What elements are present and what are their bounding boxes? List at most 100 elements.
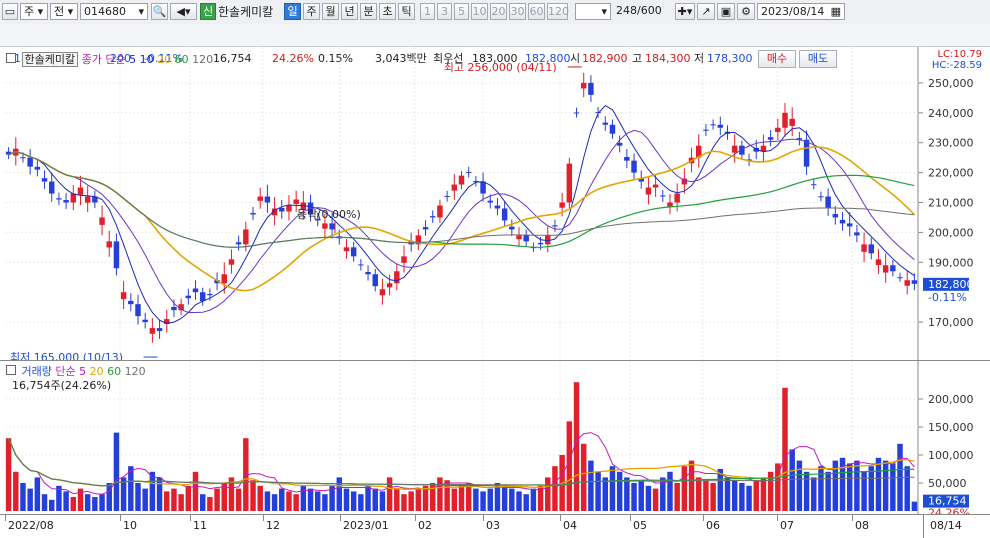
volume-bar: [336, 477, 343, 511]
interval-button-10[interactable]: 10: [471, 3, 488, 20]
candle-body: [84, 196, 91, 203]
stock-name: 한솔케미칼: [218, 5, 274, 19]
last-price-pct: -0.11%: [928, 291, 967, 304]
interval-button-3[interactable]: 3: [437, 3, 452, 20]
x-axis-tick: [703, 515, 704, 521]
candle-body: [156, 328, 163, 332]
x-axis-tick: [415, 515, 416, 521]
market2-select-label: 전: [54, 5, 65, 18]
candle-body: [149, 328, 156, 334]
x-axis-right-label: 08/14: [930, 519, 962, 532]
candle-body: [113, 241, 120, 269]
market-select[interactable]: 주 ▾: [20, 3, 48, 20]
volume-legend-toggle-icon[interactable]: [6, 365, 16, 375]
chart-window-icon[interactable]: ▭: [2, 3, 18, 20]
volume-bar: [63, 491, 69, 511]
candle-body: [767, 137, 774, 140]
volume-bar: [782, 387, 788, 511]
quote-bar: 182,800 ▼ 200 -0.11% 16,754 24.26% 0.15%…: [0, 24, 990, 68]
interval-button-1[interactable]: 1: [420, 3, 435, 20]
count-display[interactable]: 248/600: [613, 3, 671, 20]
x-axis-label: 03: [486, 519, 500, 532]
volume-bar: [386, 477, 393, 511]
stock-code-input[interactable]: 014680 ▾: [80, 3, 148, 20]
tools-icon[interactable]: ✚▾: [675, 3, 695, 20]
candle-body: [717, 124, 724, 128]
candle-body: [358, 264, 364, 266]
axis-divider: [923, 515, 924, 538]
legend-ma-label: 종가 단순: [81, 53, 126, 66]
price-chart[interactable]: 250,000 240,000 230,000 220,000 210,000 200,0…: [0, 47, 990, 364]
volume-bar: [616, 471, 623, 511]
volume-bar: [854, 460, 860, 511]
volume-bar: [214, 488, 220, 511]
dropdown-icon[interactable]: ▾: [138, 4, 144, 19]
candle-body: [480, 181, 486, 194]
volume-bar: [365, 485, 371, 511]
market2-select[interactable]: 전 ▾: [50, 3, 78, 20]
settings-icon[interactable]: ⚙: [737, 3, 755, 20]
period-button-0[interactable]: 일: [284, 3, 301, 20]
candle-body: [487, 200, 493, 203]
x-axis-tick: [560, 515, 561, 521]
interval-select[interactable]: ▾: [575, 3, 611, 20]
volume-bar: [523, 494, 529, 511]
period-button-4[interactable]: 분: [360, 3, 377, 20]
candle-body: [257, 196, 263, 201]
volume-bar: [580, 443, 587, 511]
period-button-3[interactable]: 년: [341, 3, 358, 20]
x-axis-tick: [483, 515, 484, 521]
save-icon[interactable]: ▣: [717, 3, 735, 20]
period-button-5[interactable]: 초: [379, 3, 396, 20]
volume-bar: [185, 485, 192, 511]
period-button-2[interactable]: 월: [322, 3, 339, 20]
volume-chart[interactable]: 200,000150,000100,00050,00016,75424.26%: [0, 361, 990, 520]
volume-panel[interactable]: 200,000 150,000 100,000 50,000 16,754 24.26% …: [0, 361, 990, 520]
chart-line-icon[interactable]: ↗: [697, 3, 715, 20]
volume-bar: [588, 460, 594, 511]
candle-body: [458, 175, 465, 185]
interval-button-30[interactable]: 30: [509, 3, 526, 20]
candle-body: [437, 205, 443, 218]
volume-bar: [343, 488, 350, 511]
interval-button-20[interactable]: 20: [490, 3, 507, 20]
price-panel[interactable]: 250,000 240,000 230,000 220,000 210,000 200,0…: [0, 47, 990, 364]
candle-body: [350, 247, 357, 257]
ma-line-20: [8, 146, 915, 292]
volume-bar: [516, 491, 522, 511]
stock-badge: 신: [200, 3, 216, 20]
count-value: 248: [616, 4, 637, 17]
speaker-icon[interactable]: ◀▾: [170, 3, 197, 20]
price-tick-label: 250,000: [928, 77, 974, 90]
candle-body: [523, 235, 529, 242]
candle-body: [501, 208, 508, 221]
volume-bar: [199, 494, 206, 511]
candle-body: [904, 280, 910, 286]
calendar-icon[interactable]: ▦: [831, 4, 841, 19]
interval-button-120[interactable]: 120: [547, 3, 569, 20]
volume-bar: [480, 491, 486, 511]
volume-bar: [142, 488, 148, 511]
x-axis-label: 02: [418, 519, 432, 532]
volume-bar: [300, 485, 307, 511]
market-select-label: 주: [24, 5, 35, 18]
period-button-1[interactable]: 주: [303, 3, 320, 20]
volume-bar: [509, 488, 515, 511]
interval-button-5[interactable]: 5: [454, 3, 469, 20]
range-annotation: 등락(0.00%): [297, 208, 361, 221]
period-button-6[interactable]: 틱: [398, 3, 415, 20]
candle-body: [890, 265, 896, 272]
volume-bar: [487, 488, 493, 511]
volume-bar: [652, 488, 659, 511]
legend-toggle-icon[interactable]: [6, 53, 16, 63]
volume-bar: [638, 480, 644, 511]
date-input[interactable]: 2023/08/14 ▦: [757, 3, 845, 20]
interval-button-60[interactable]: 60: [528, 3, 545, 20]
legend-ma-10: 10: [136, 53, 154, 66]
volume-bar: [135, 483, 141, 511]
candle-body: [20, 157, 26, 159]
volume-bar: [803, 471, 810, 511]
x-axis-label: 06: [706, 519, 720, 532]
search-icon[interactable]: 🔍: [151, 3, 168, 20]
volume-bar: [379, 491, 386, 511]
